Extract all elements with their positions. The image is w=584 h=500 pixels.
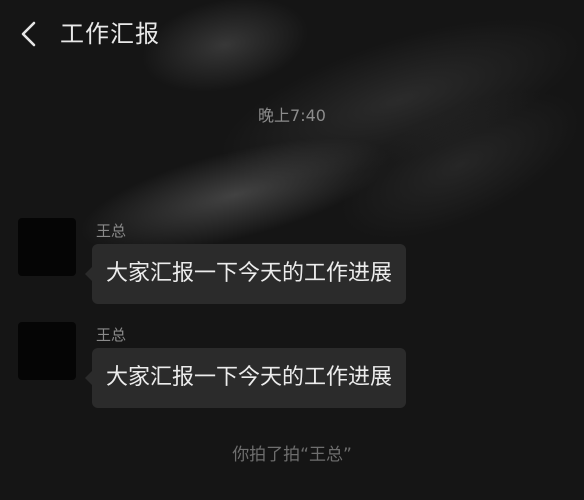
message-bubble[interactable]: 大家汇报一下今天的工作进展 [84, 348, 407, 408]
pat-system-note: 你拍了拍“王总” [232, 445, 352, 465]
avatar[interactable] [18, 322, 76, 380]
navigation-bar: 工作汇报 [0, 0, 584, 70]
avatar[interactable] [18, 218, 76, 276]
message-bubble[interactable]: 大家汇报一下今天的工作进展 [84, 244, 407, 304]
sender-name: 王总 [96, 326, 127, 344]
message-timestamp: 晚上7:40 [258, 106, 326, 125]
chat-screen: 工作汇报 晚上7:40 王总 大家汇报一下今天的工作进展 王总 大家汇报一下今天… [0, 0, 584, 500]
back-button[interactable] [14, 16, 46, 52]
chevron-left-icon [21, 21, 36, 47]
chat-title: 工作汇报 [60, 20, 160, 48]
sender-name: 王总 [96, 222, 127, 240]
wallpaper-streak [318, 60, 584, 270]
